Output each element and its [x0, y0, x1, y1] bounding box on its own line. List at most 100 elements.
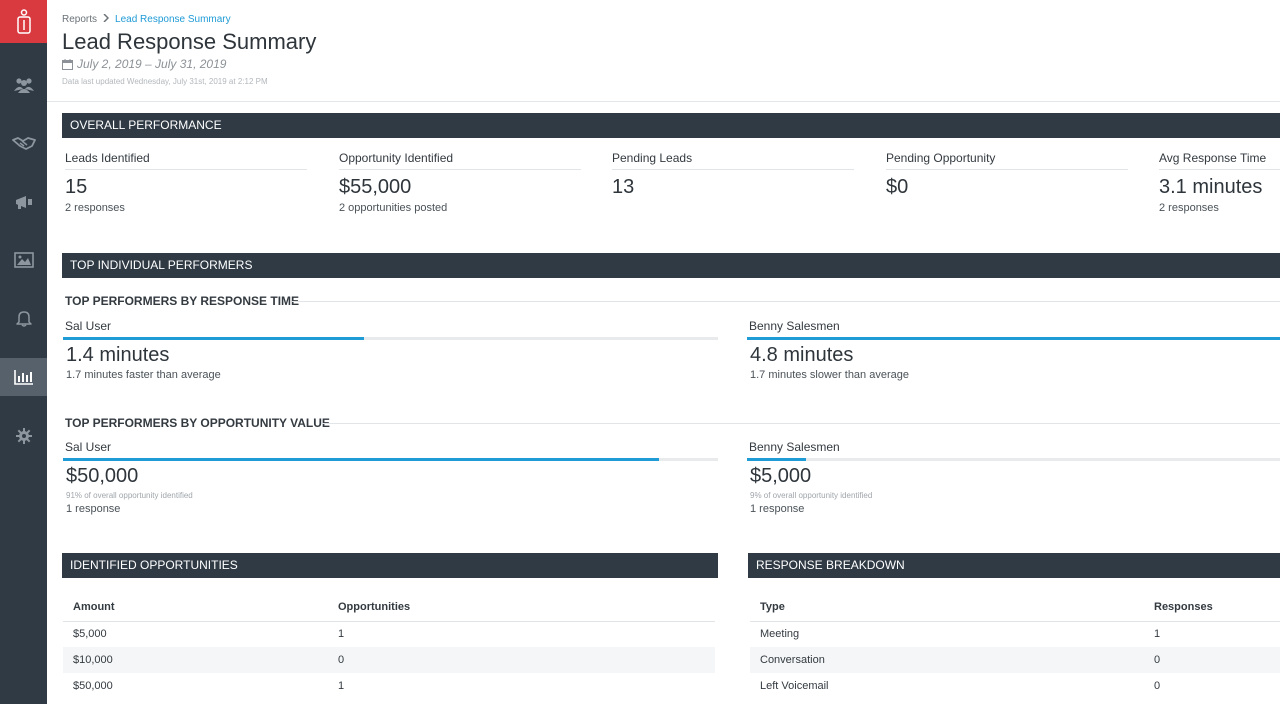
column-header: Type: [750, 593, 1144, 622]
logo[interactable]: [0, 0, 47, 43]
nav-contacts[interactable]: [0, 66, 47, 104]
handshake-icon: [11, 137, 36, 150]
table-cell: 0: [1144, 647, 1280, 673]
table-cell: 0: [1154, 680, 1161, 692]
performer-name: Sal User: [65, 319, 112, 333]
last-updated: Data last updated Wednesday, July 31st, …: [62, 77, 268, 86]
performer-value: $5,000: [750, 465, 812, 487]
table-cell: 1: [338, 680, 345, 692]
table-row: $10,000 0: [63, 647, 715, 673]
stat-label: Opportunity Identified: [339, 151, 581, 170]
performer-share: 9% of overall opportunity identified: [750, 491, 873, 500]
identified-opportunities-header: IDENTIFIED OPPORTUNITIES: [62, 553, 718, 578]
performance-bar-fill: [63, 337, 364, 340]
stat-sub: 2 responses: [65, 202, 125, 214]
table-cell: 1: [1154, 628, 1161, 641]
date-range[interactable]: July 2, 2019 – July 31, 2019: [62, 57, 226, 71]
page-header: Reports Lead Response Summary Lead Respo…: [47, 0, 1280, 102]
stat-value: $55,000: [339, 176, 412, 198]
performer-value: 1.4 minutes: [66, 344, 170, 366]
image-icon: [13, 252, 34, 268]
performance-bar: [747, 337, 1280, 340]
performer-value: $50,000: [66, 465, 139, 487]
stat-pending-opportunity: Pending Opportunity $0: [886, 151, 1128, 202]
table-cell: Meeting: [760, 628, 800, 641]
performer-note: 1.7 minutes slower than average: [750, 369, 909, 381]
date-range-text: July 2, 2019 – July 31, 2019: [77, 57, 227, 71]
page-title: Lead Response Summary: [62, 29, 317, 54]
column-header: Opportunities: [328, 593, 715, 622]
response-breakdown-table: Type Responses Meeting 1 Conversation 0 …: [750, 593, 1280, 699]
stat-pending-leads: Pending Leads 13: [612, 151, 854, 202]
table-row: Left Voicemail 0: [750, 673, 1280, 699]
stat-label: Leads Identified: [65, 151, 307, 170]
nav-notifications[interactable]: [0, 299, 47, 337]
bell-icon: [15, 311, 32, 327]
stat-value: 13: [612, 176, 635, 198]
table-row: $5,000 1: [63, 621, 715, 647]
table-cell: 0: [328, 647, 715, 673]
performance-bar: [63, 337, 718, 340]
table-cell: $10,000: [63, 647, 328, 673]
breadcrumb-reports[interactable]: Reports: [62, 14, 97, 25]
stat-sub: 2 responses: [1159, 202, 1219, 214]
performer-response-sal: Sal User 1.4 minutes 1.7 minutes faster …: [63, 319, 718, 381]
performer-name: Benny Salesmen: [749, 440, 840, 454]
stat-avg-response-time: Avg Response Time 3.1 minutes 2 response…: [1159, 151, 1280, 214]
identified-opportunities-table: Amount Opportunities $5,000 1 $10,000 0 …: [63, 593, 715, 699]
performance-bar: [63, 458, 718, 461]
chevron-right-icon: [103, 13, 110, 25]
table-cell: Conversation: [750, 647, 1144, 673]
table-row: Conversation 0: [750, 647, 1280, 673]
stat-label: Pending Leads: [612, 151, 854, 170]
stat-leads-identified: Leads Identified 15 2 responses: [65, 151, 307, 214]
table-cell: $50,000: [73, 680, 113, 692]
divider: [322, 423, 1280, 424]
bar-chart-icon: [13, 370, 33, 385]
overall-performance-header: OVERALL PERFORMANCE: [62, 113, 1280, 138]
stat-sub: 2 opportunities posted: [339, 202, 448, 214]
performer-value: 4.8 minutes: [750, 344, 854, 366]
breadcrumb: Reports Lead Response Summary: [62, 13, 231, 25]
table-row: $50,000 1: [63, 673, 715, 699]
nav-campaigns[interactable]: [0, 183, 47, 221]
calendar-icon: [62, 58, 73, 70]
performer-note: 1.7 minutes faster than average: [66, 369, 221, 381]
stat-value: 3.1 minutes: [1159, 176, 1263, 198]
response-breakdown-header: RESPONSE BREAKDOWN: [748, 553, 1280, 578]
table-cell: 1: [338, 628, 345, 641]
performer-opportunity-benny: Benny Salesmen $5,000 9% of overall oppo…: [747, 440, 1280, 515]
nav-settings[interactable]: [0, 417, 47, 455]
stat-opportunity-identified: Opportunity Identified $55,000 2 opportu…: [339, 151, 581, 214]
nav-media[interactable]: [0, 241, 47, 279]
performer-name: Benny Salesmen: [749, 319, 840, 333]
column-header: Responses: [1144, 593, 1280, 622]
opportunity-value-heading: TOP PERFORMERS BY OPPORTUNITY VALUE: [65, 416, 330, 430]
stat-value: 15: [65, 176, 88, 198]
table-row: Meeting 1: [750, 621, 1280, 647]
performance-bar-fill: [63, 458, 659, 461]
performance-bar: [747, 458, 1280, 461]
performer-opportunity-sal: Sal User $50,000 91% of overall opportun…: [63, 440, 718, 515]
person-badge-icon: [16, 8, 31, 34]
response-time-heading-text: TOP PERFORMERS BY RESPONSE TIME: [65, 294, 300, 308]
performance-bar-fill: [747, 337, 1280, 340]
nav-reports[interactable]: [0, 358, 47, 396]
table-cell: Left Voicemail: [760, 680, 829, 692]
performer-share: 91% of overall opportunity identified: [66, 491, 193, 500]
performer-response-benny: Benny Salesmen 4.8 minutes 1.7 minutes s…: [747, 319, 1280, 381]
stat-label: Avg Response Time: [1159, 151, 1280, 170]
performance-bar-fill: [747, 458, 806, 461]
nav-deals[interactable]: [0, 124, 47, 162]
divider: [292, 301, 1280, 302]
top-performers-header: TOP INDIVIDUAL PERFORMERS: [62, 253, 1280, 278]
breadcrumb-current[interactable]: Lead Response Summary: [115, 14, 231, 25]
performer-responses: 1 response: [66, 503, 121, 515]
response-time-heading: TOP PERFORMERS BY RESPONSE TIME: [65, 294, 299, 308]
gear-icon: [15, 428, 32, 444]
sidebar: [0, 0, 47, 704]
performer-responses: 1 response: [750, 503, 805, 515]
stat-label: Pending Opportunity: [886, 151, 1128, 170]
table-cell: $5,000: [73, 628, 107, 641]
stat-value: $0: [886, 176, 909, 198]
